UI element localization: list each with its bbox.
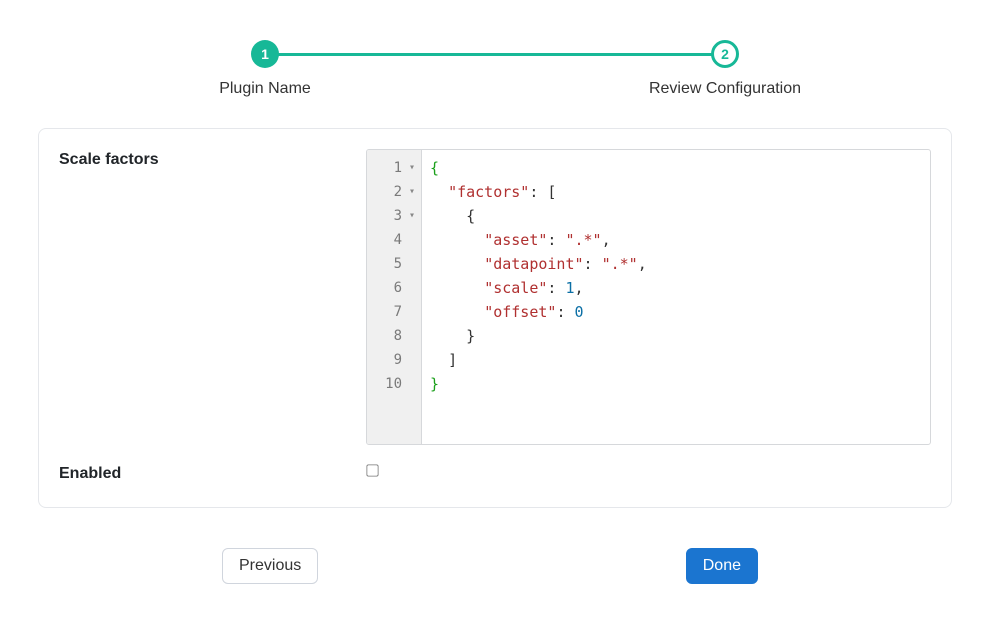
wizard-footer: Previous Done	[0, 544, 990, 588]
gutter-line: 5	[367, 252, 421, 276]
gutter-line: 1▾	[367, 156, 421, 180]
gutter-line: 3▾	[367, 204, 421, 228]
gutter-line: 4	[367, 228, 421, 252]
gutter-line: 6	[367, 276, 421, 300]
fold-icon[interactable]: ▾	[405, 204, 415, 228]
step-1[interactable]: 1 Plugin Name	[35, 40, 495, 98]
done-button[interactable]: Done	[686, 548, 758, 584]
step-2-label: Review Configuration	[649, 80, 801, 98]
gutter-line: 8	[367, 324, 421, 348]
code-editor[interactable]: 1▾2▾3▾4 5 6 7 8 9 10 { "factors": [ { "a…	[366, 149, 931, 445]
code-gutter: 1▾2▾3▾4 5 6 7 8 9 10	[367, 150, 422, 444]
scale-factors-row: Scale factors 1▾2▾3▾4 5 6 7 8 9 10 { "fa…	[59, 149, 931, 445]
step-2[interactable]: 2 Review Configuration	[495, 40, 955, 98]
code-content[interactable]: { "factors": [ { "asset": ".*", "datapoi…	[422, 150, 655, 444]
step-connector	[265, 53, 725, 56]
enabled-checkbox[interactable]	[366, 464, 378, 476]
scale-factors-field: 1▾2▾3▾4 5 6 7 8 9 10 { "factors": [ { "a…	[366, 149, 931, 445]
step-1-number: 1	[261, 46, 269, 62]
gutter-line: 7	[367, 300, 421, 324]
gutter-line: 10	[367, 372, 421, 396]
config-card: Scale factors 1▾2▾3▾4 5 6 7 8 9 10 { "fa…	[38, 128, 952, 508]
enabled-row: Enabled	[59, 463, 931, 483]
previous-button[interactable]: Previous	[222, 548, 318, 584]
fold-icon[interactable]: ▾	[405, 180, 415, 204]
scale-factors-label: Scale factors	[59, 149, 366, 169]
enabled-label: Enabled	[59, 463, 366, 483]
step-2-number: 2	[721, 46, 729, 62]
wizard-stepper: 1 Plugin Name 2 Review Configuration	[0, 0, 990, 128]
step-1-circle: 1	[251, 40, 279, 68]
step-2-circle: 2	[711, 40, 739, 68]
step-1-label: Plugin Name	[219, 80, 311, 98]
fold-icon[interactable]: ▾	[405, 156, 415, 180]
enabled-field	[366, 464, 931, 482]
gutter-line: 9	[367, 348, 421, 372]
gutter-line: 2▾	[367, 180, 421, 204]
